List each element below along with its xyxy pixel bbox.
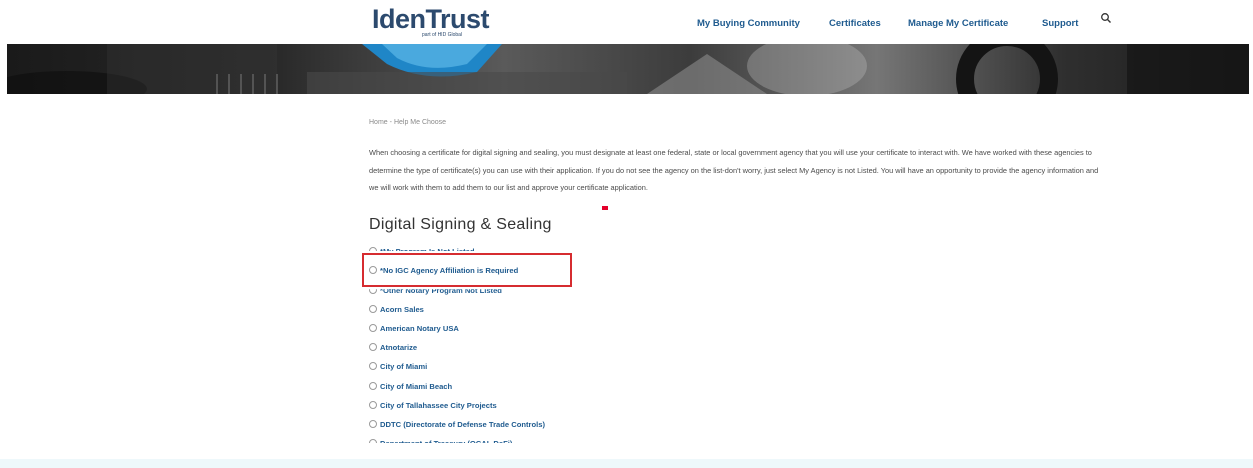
- option-department-of-treasury[interactable]: Department of Treasury (OCAL DeFi): [369, 436, 513, 448]
- radio-button[interactable]: [369, 289, 377, 294]
- accent-marker: [602, 206, 608, 210]
- option-label: American Notary USA: [380, 323, 459, 333]
- radio-button[interactable]: [369, 420, 377, 428]
- breadcrumb-home-link[interactable]: Home: [369, 119, 388, 126]
- option-city-of-miami[interactable]: City of Miami: [369, 359, 427, 373]
- radio-button[interactable]: [369, 362, 377, 370]
- option-ddtc[interactable]: DDTC (Directorate of Defense Trade Contr…: [369, 417, 545, 431]
- option-label: City of Miami: [380, 361, 428, 371]
- page-title: Digital Signing & Sealing: [369, 216, 552, 233]
- nav-certificates[interactable]: Certificates: [829, 18, 881, 29]
- breadcrumb-current: Help Me Choose: [393, 119, 447, 126]
- radio-button[interactable]: [369, 343, 377, 351]
- breadcrumb: Home - Help Me Choose: [369, 119, 446, 126]
- nav-my-buying-community[interactable]: My Buying Community: [697, 18, 800, 29]
- option-city-of-tallahassee[interactable]: City of Tallahassee City Projects: [369, 398, 497, 412]
- logo-subtext: part of HID Global: [422, 32, 463, 38]
- nav-support[interactable]: Support: [1042, 18, 1078, 29]
- nav-manage-my-certificate[interactable]: Manage My Certificate: [908, 18, 1008, 29]
- hero-banner-image: [7, 44, 1249, 94]
- option-atnotarize[interactable]: Atnotarize: [369, 340, 417, 354]
- radio-button[interactable]: [369, 382, 377, 390]
- radio-button[interactable]: [369, 439, 377, 443]
- option-american-notary-usa[interactable]: American Notary USA: [369, 321, 459, 335]
- radio-button[interactable]: [369, 324, 377, 332]
- intro-paragraph: When choosing a certificate for digital …: [369, 148, 1099, 192]
- option-acorn-sales[interactable]: Acorn Sales: [369, 302, 424, 316]
- radio-button[interactable]: [369, 305, 377, 313]
- footer-band: [0, 459, 1253, 468]
- option-label: City of Tallahassee City Projects: [380, 400, 497, 410]
- search-icon[interactable]: [1100, 12, 1112, 24]
- option-label: Department of Treasury (OCAL DeFi): [380, 438, 513, 448]
- site-header: IdenTrust part of HID Global My Buying C…: [0, 0, 1253, 44]
- option-label: Atnotarize: [380, 342, 418, 352]
- breadcrumb-separator: -: [389, 119, 392, 126]
- option-label: City of Miami Beach: [380, 381, 453, 391]
- option-label: DDTC (Directorate of Defense Trade Contr…: [380, 419, 545, 429]
- highlight-annotation-box: [362, 253, 572, 287]
- main-nav: My Buying Community Certificates Manage …: [0, 18, 1253, 32]
- option-city-of-miami-beach[interactable]: City of Miami Beach: [369, 379, 452, 393]
- radio-button[interactable]: [369, 401, 377, 409]
- option-label: Acorn Sales: [380, 304, 424, 314]
